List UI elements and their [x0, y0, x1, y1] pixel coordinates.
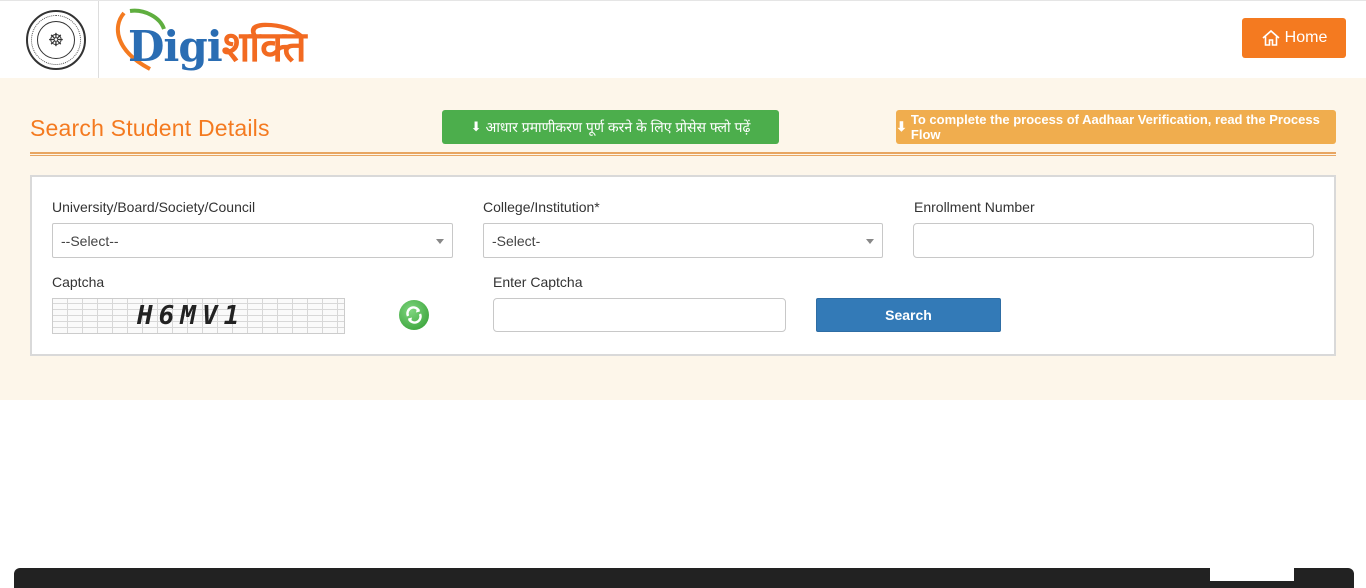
college-select-value: -Select- [492, 232, 541, 249]
captcha-text: H6MV1 [137, 301, 246, 331]
logo-shakti: शक्ति [221, 22, 307, 71]
enrollment-number-input[interactable] [913, 223, 1314, 258]
english-process-flow-label: To complete the process of Aadhaar Verif… [910, 112, 1320, 142]
university-label: University/Board/Society/Council [52, 199, 256, 215]
header: ☸ Digiशक्ति Home [0, 0, 1366, 79]
footer-badge [1210, 568, 1294, 581]
footer-bar [14, 568, 1354, 588]
english-process-flow-button[interactable]: ⬇ To complete the process of Aadhaar Ver… [896, 110, 1336, 144]
hindi-process-flow-label: आधार प्रमाणीकरण पूर्ण करने के लिए प्रोसे… [485, 118, 751, 135]
download-icon: ⬇ [470, 119, 482, 134]
captcha-image: H6MV1 [52, 298, 345, 334]
header-divider [98, 1, 99, 79]
chevron-down-icon [866, 239, 874, 244]
enter-captcha-input[interactable] [493, 298, 786, 332]
college-select[interactable]: -Select- [483, 223, 883, 258]
university-select-value: --Select-- [61, 232, 119, 249]
title-divider [30, 152, 1336, 156]
college-label: College/Institution* [483, 199, 600, 215]
chevron-down-icon [436, 239, 444, 244]
enter-captcha-label: Enter Captcha [493, 274, 583, 290]
captcha-label: Captcha [52, 274, 105, 290]
page-title: Search Student Details [30, 115, 270, 141]
logo-digi: Digi [128, 22, 223, 71]
hindi-process-flow-button[interactable]: ⬇ आधार प्रमाणीकरण पूर्ण करने के लिए प्रो… [442, 110, 779, 144]
university-select[interactable]: --Select-- [52, 223, 453, 258]
digishakti-logo[interactable]: Digiशक्ति [110, 7, 307, 75]
search-button[interactable]: Search [816, 298, 1001, 332]
refresh-captcha-icon[interactable] [399, 300, 429, 330]
logo-text: Digiशक्ति [128, 17, 307, 74]
home-button-label: Home [1284, 29, 1328, 46]
enrollment-label: Enrollment Number [914, 199, 1035, 215]
up-government-emblem: ☸ [26, 10, 86, 70]
home-icon [1262, 29, 1280, 46]
refresh-icon [406, 306, 422, 324]
home-button[interactable]: Home [1242, 18, 1346, 58]
download-icon: ⬇ [896, 119, 907, 134]
